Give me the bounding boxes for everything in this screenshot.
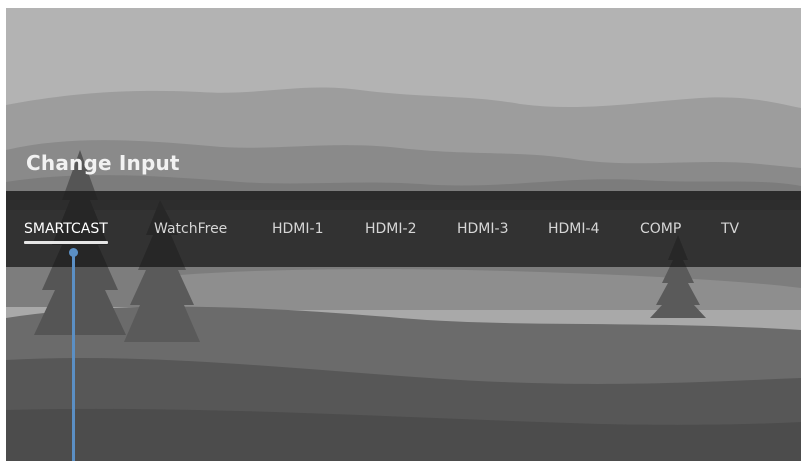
input-tab-hdmi-3[interactable]: HDMI-3 [457,221,508,237]
input-tab-tv[interactable]: TV [721,221,739,237]
input-tab-comp[interactable]: COMP [640,221,681,237]
selection-pointer-dot [69,248,78,257]
page-title: Change Input [26,151,180,175]
input-tab-watchfree[interactable]: WatchFree [154,221,227,237]
selection-pointer-line [72,253,75,461]
input-tab-hdmi-1[interactable]: HDMI-1 [272,221,323,237]
input-selector-bar: SMARTCAST WatchFree HDMI-1 HDMI-2 HDMI-3… [6,191,801,267]
input-tab-smartcast[interactable]: SMARTCAST [24,221,108,244]
input-tab-hdmi-4[interactable]: HDMI-4 [548,221,599,237]
input-tab-hdmi-2[interactable]: HDMI-2 [365,221,416,237]
tv-screen: Change Input SMARTCAST WatchFree HDMI-1 … [0,0,801,461]
